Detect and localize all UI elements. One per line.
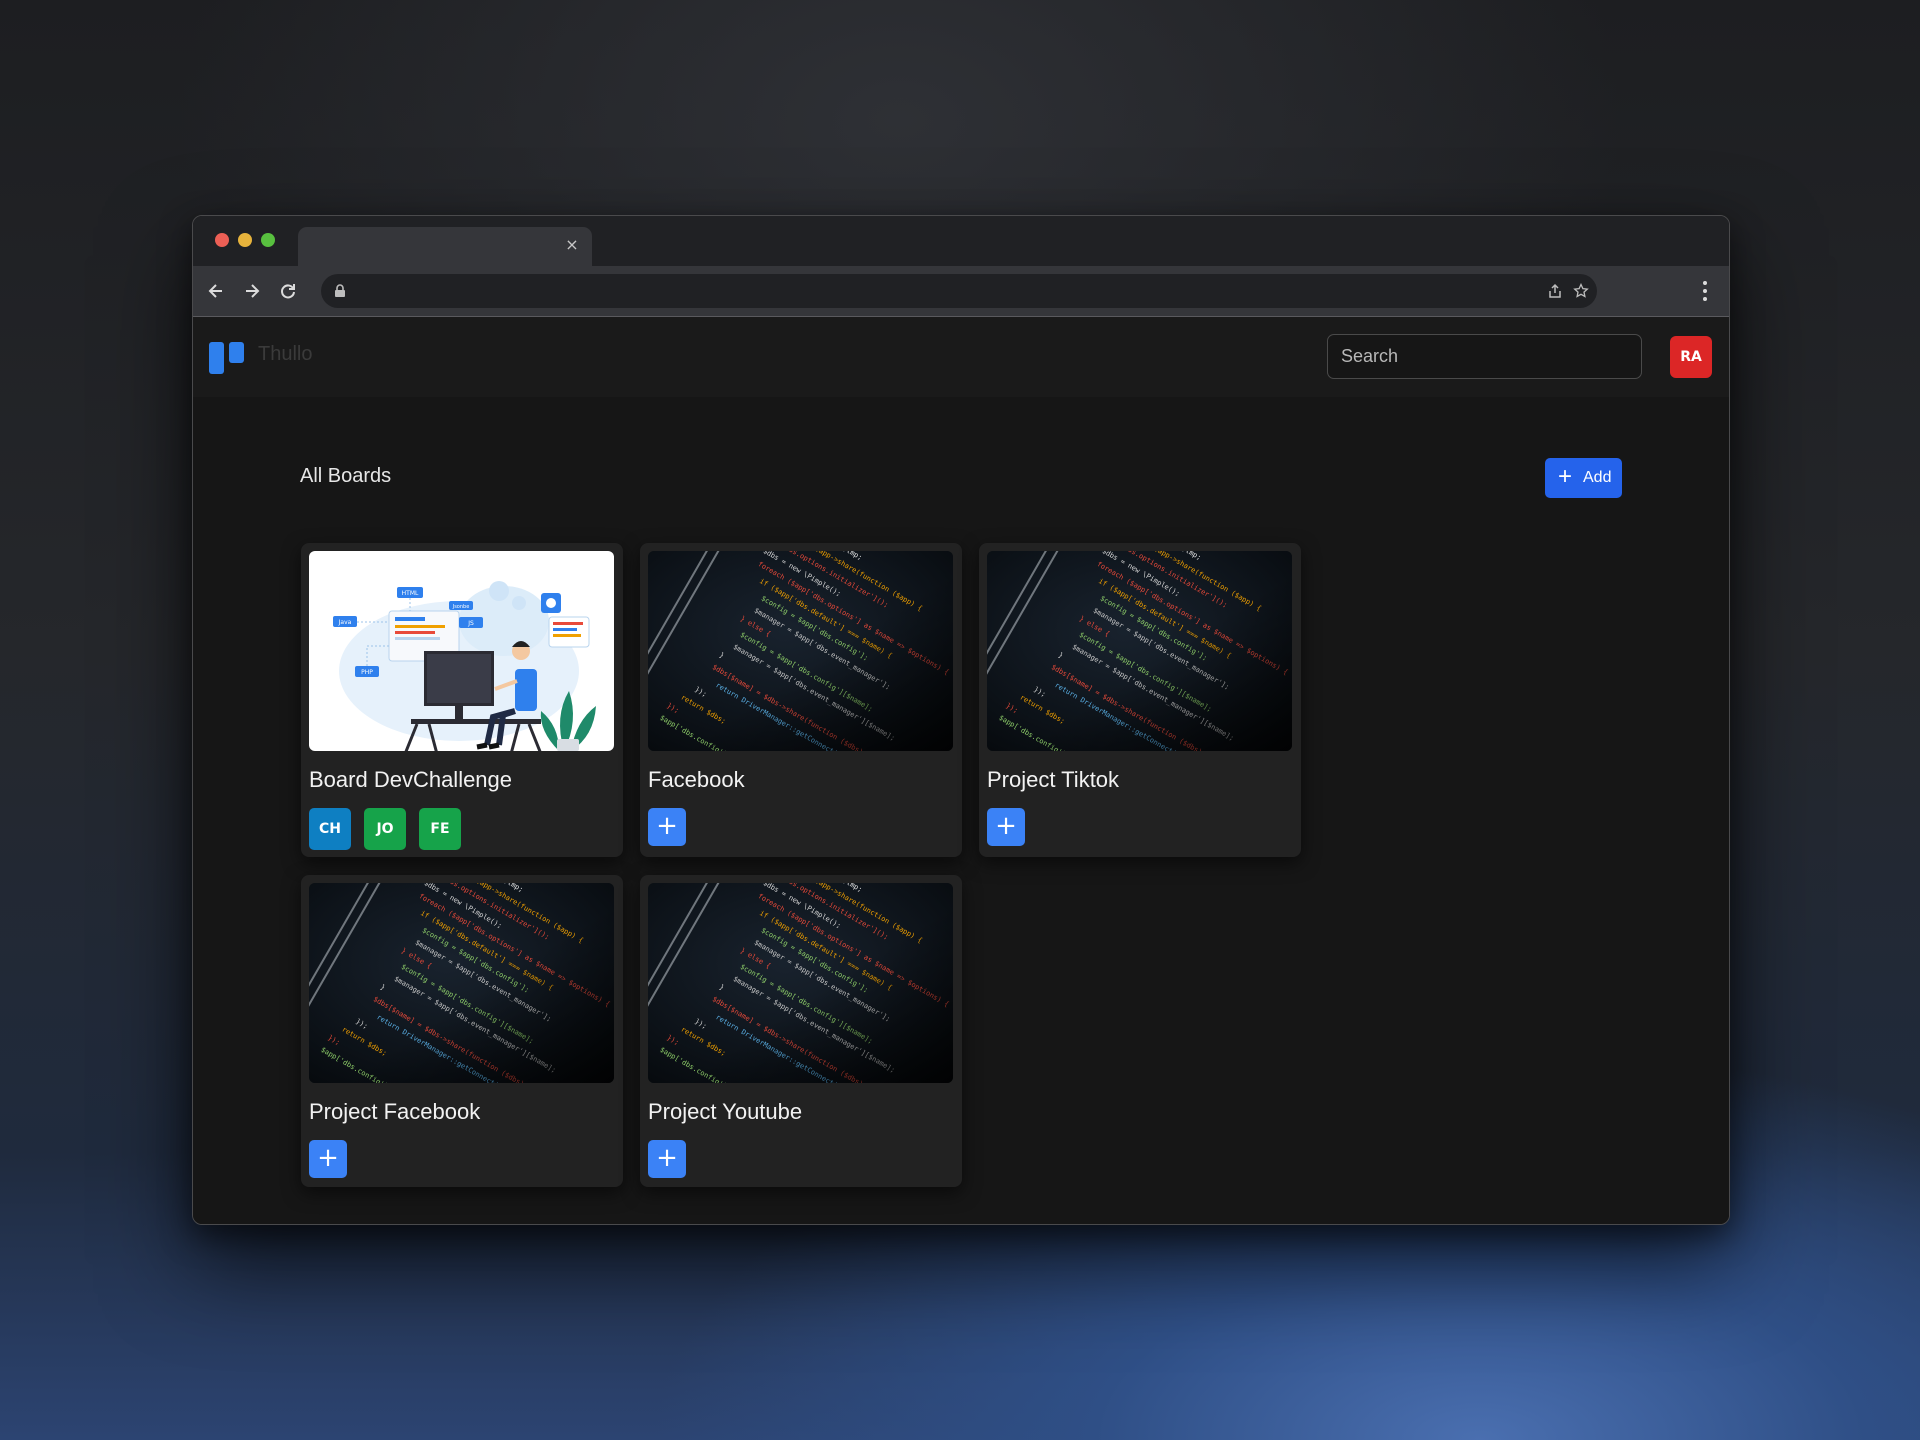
illustration-tag: Jsonbe	[449, 601, 473, 610]
svg-text:JS: JS	[467, 620, 474, 627]
svg-text:Jsonbe: Jsonbe	[452, 604, 470, 610]
add-board-button[interactable]: + Add	[1545, 458, 1622, 498]
browser-tab[interactable]: ×	[298, 227, 592, 266]
browser-toolbar	[193, 266, 1729, 317]
add-member-button[interactable]: +	[309, 1140, 347, 1178]
address-bar[interactable]	[321, 274, 1597, 308]
svg-text:PHP: PHP	[361, 669, 373, 676]
tab-close-icon[interactable]: ×	[562, 235, 582, 255]
board-title[interactable]: Board DevChallenge	[309, 767, 512, 793]
close-window-button[interactable]	[215, 233, 229, 247]
illustration-tag: Java	[333, 616, 357, 627]
page-title: All Boards	[300, 465, 392, 487]
bookmark-star-icon[interactable]	[1573, 282, 1589, 299]
member-avatar[interactable]: JO	[364, 808, 406, 850]
back-arrow-icon[interactable]	[203, 278, 229, 304]
plus-icon: +	[1558, 463, 1573, 490]
thullo-logo-icon[interactable]	[209, 342, 245, 374]
board-cover-image	[648, 551, 953, 751]
board-title[interactable]: Project Youtube	[648, 1099, 802, 1125]
board-cover-image: HTML Java Jsonbe JS PHP	[309, 551, 614, 751]
tab-strip: ×	[193, 216, 1729, 266]
browser-menu-icon[interactable]	[1695, 279, 1715, 303]
board-card[interactable]: Project Tiktok +	[979, 543, 1301, 857]
brand-name[interactable]: Thullo	[258, 343, 312, 366]
minimize-window-button[interactable]	[238, 233, 252, 247]
board-card[interactable]: Facebook +	[640, 543, 962, 857]
illustration-tag: JS	[459, 617, 483, 628]
app-page: Thullo RA All Boards + Add	[193, 317, 1729, 1224]
svg-text:Java: Java	[338, 619, 352, 626]
svg-text:HTML: HTML	[402, 590, 419, 597]
app-header: Thullo RA	[193, 317, 1729, 397]
board-cover-image	[309, 883, 614, 1083]
board-cover-image	[648, 883, 953, 1083]
board-card[interactable]: Project Youtube +	[640, 875, 962, 1187]
illustration-tag: HTML	[397, 587, 423, 598]
board-card[interactable]: Project Facebook +	[301, 875, 623, 1187]
add-board-label: Add	[1583, 469, 1612, 486]
member-avatar[interactable]: FE	[419, 808, 461, 850]
search-input[interactable]	[1327, 334, 1642, 379]
add-member-button[interactable]: +	[648, 1140, 686, 1178]
add-member-button[interactable]: +	[987, 808, 1025, 846]
member-avatar[interactable]: CH	[309, 808, 351, 850]
illustration-tag: PHP	[355, 666, 379, 677]
board-title[interactable]: Project Tiktok	[987, 767, 1119, 793]
add-member-button[interactable]: +	[648, 808, 686, 846]
forward-arrow-icon[interactable]	[239, 278, 265, 304]
board-card[interactable]: HTML Java Jsonbe JS PHP Board DevChallen…	[301, 543, 623, 857]
lock-icon	[332, 283, 348, 299]
share-icon[interactable]	[1547, 283, 1563, 299]
browser-window: × Thullo Search RA All Boards + Add HTML…	[192, 215, 1730, 1225]
board-cover-image	[987, 551, 1292, 751]
board-title[interactable]: Project Facebook	[309, 1099, 480, 1125]
user-avatar[interactable]: RA	[1670, 336, 1712, 378]
reload-icon[interactable]	[275, 278, 301, 304]
maximize-window-button[interactable]	[261, 233, 275, 247]
board-title[interactable]: Facebook	[648, 767, 745, 793]
